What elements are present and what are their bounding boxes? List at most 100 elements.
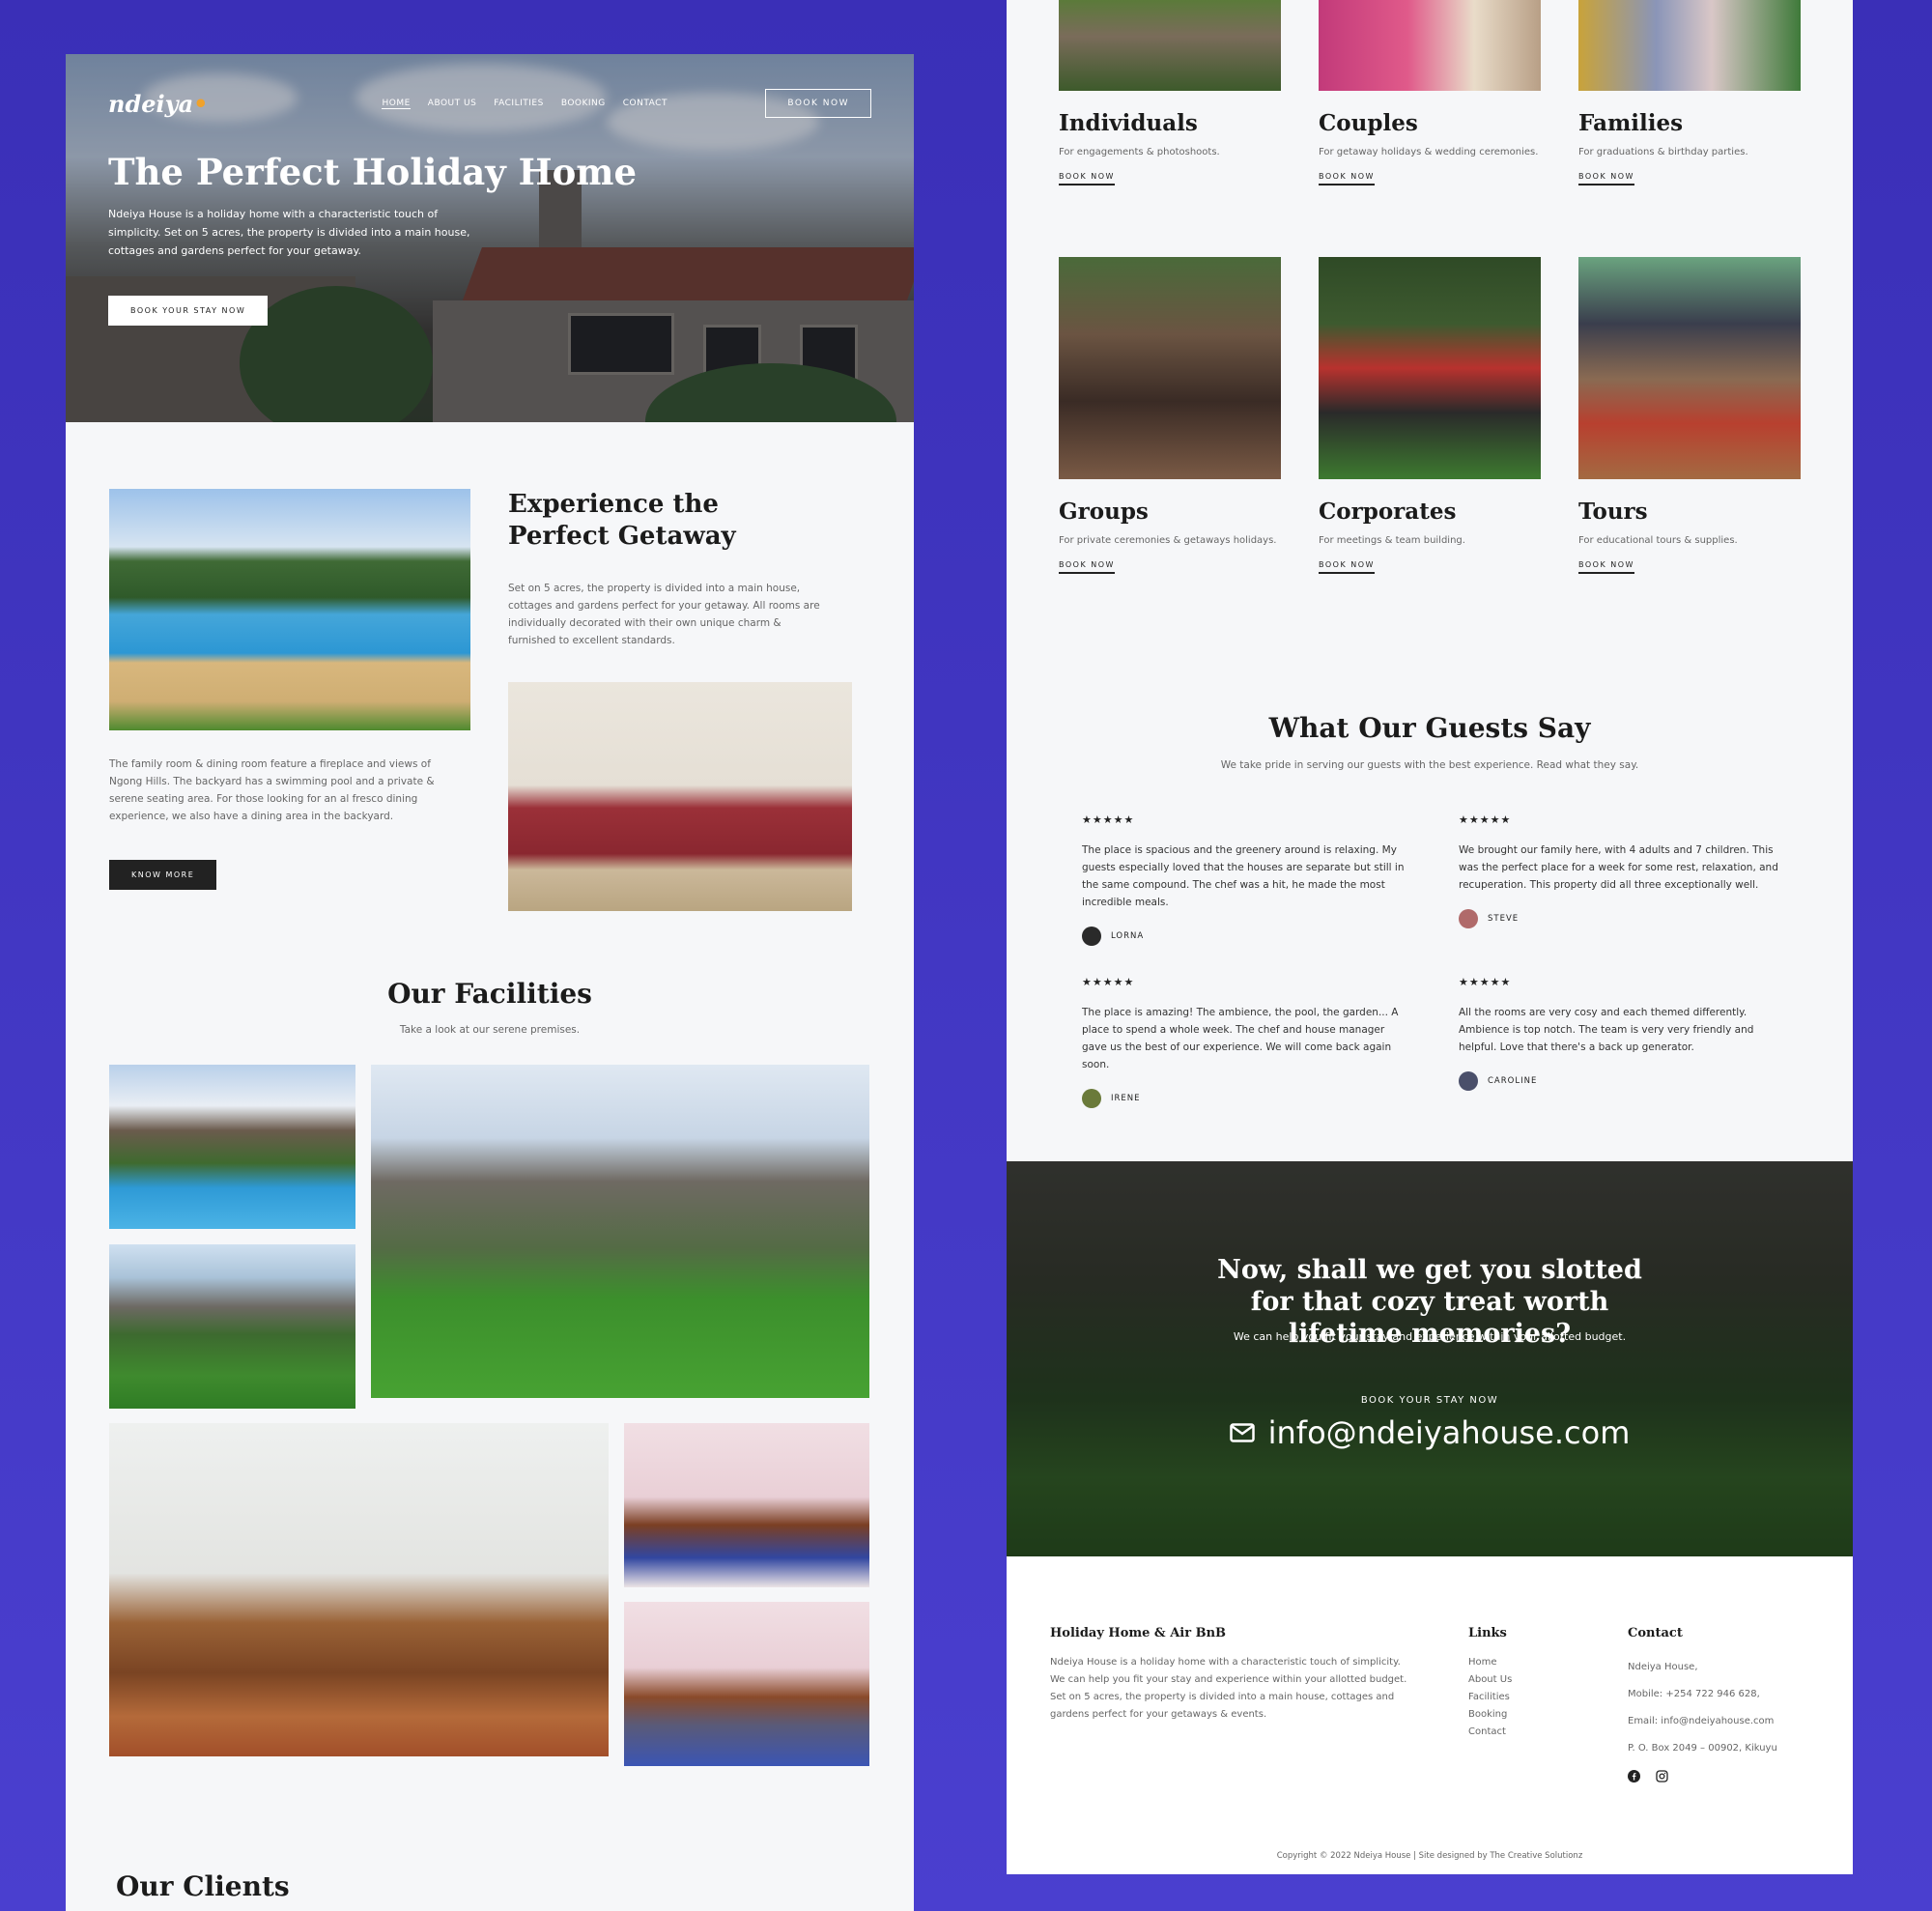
nav-book-now-button[interactable]: BOOK NOW: [765, 89, 871, 118]
reviewer: LORNA: [1082, 927, 1410, 946]
service-book-now-link[interactable]: BOOK NOW: [1578, 172, 1634, 185]
facility-photo-lawn[interactable]: [371, 1065, 869, 1398]
reviewer-name: LORNA: [1111, 931, 1145, 941]
ndeiya-logo[interactable]: ndeiya•: [108, 90, 208, 118]
review-text: We brought our family here, with 4 adult…: [1459, 844, 1778, 891]
logo-text: ndeiya: [108, 89, 194, 118]
service-title: Families: [1578, 110, 1684, 136]
service-title: Individuals: [1059, 110, 1198, 136]
service-desc: For meetings & team building.: [1319, 535, 1465, 546]
footer-link-home[interactable]: Home: [1468, 1654, 1512, 1671]
logo-accent: •: [193, 89, 209, 118]
service-book-now-link[interactable]: BOOK NOW: [1319, 560, 1375, 574]
individuals-photo: [1059, 0, 1281, 91]
social-icons: [1628, 1770, 1840, 1783]
review-card: ★★★★★ The place is spacious and the gree…: [1082, 813, 1410, 946]
hero-title: The Perfect Holiday Home: [108, 151, 637, 193]
service-book-now-link[interactable]: BOOK NOW: [1059, 172, 1115, 185]
footer-about: Holiday Home & Air BnB Ndeiya House is a…: [1050, 1626, 1417, 1724]
service-card-individuals: Individuals For engagements & photoshoot…: [1059, 0, 1281, 185]
facility-photo-garden-gazebo[interactable]: [109, 1244, 355, 1409]
service-title: Tours: [1578, 499, 1648, 525]
service-book-now-link[interactable]: BOOK NOW: [1059, 560, 1115, 574]
footer-link-booking[interactable]: Booking: [1468, 1706, 1512, 1724]
footer-link-about-us[interactable]: About Us: [1468, 1671, 1512, 1689]
service-book-now-link[interactable]: BOOK NOW: [1319, 172, 1375, 185]
hero-section: ndeiya• HOME ABOUT US FACILITIES BOOKING…: [66, 54, 914, 422]
site-footer: Holiday Home & Air BnB Ndeiya House is a…: [1007, 1556, 1853, 1874]
review-card: ★★★★★ The place is amazing! The ambience…: [1082, 976, 1410, 1108]
star-rating: ★★★★★: [1082, 813, 1135, 826]
service-title: Groups: [1059, 499, 1149, 525]
booking-cta-section: Now, shall we get you slotted for that c…: [1007, 1161, 1853, 1556]
footer-about-text: Ndeiya House is a holiday home with a ch…: [1050, 1657, 1407, 1720]
hero-description: Ndeiya House is a holiday home with a ch…: [108, 208, 470, 257]
service-title: Couples: [1319, 110, 1418, 136]
reviewer: STEVE: [1459, 909, 1787, 928]
facility-photo-bedroom-2[interactable]: [624, 1602, 869, 1766]
nav-about-us[interactable]: ABOUT US: [428, 99, 477, 109]
nav-contact[interactable]: CONTACT: [623, 99, 668, 109]
reviewer-name: STEVE: [1488, 914, 1520, 924]
review-text: The place is spacious and the greenery a…: [1082, 844, 1405, 908]
footer-contact-email: Email: info@ndeiyahouse.com: [1628, 1716, 1775, 1726]
guests-title: What Our Guests Say: [1268, 712, 1591, 744]
review-text: The place is amazing! The ambience, the …: [1082, 1007, 1399, 1070]
star-rating: ★★★★★: [1459, 813, 1512, 826]
families-photo: [1578, 0, 1801, 91]
reviewer: IRENE: [1082, 1089, 1410, 1108]
service-card-families: Families For graduations & birthday part…: [1578, 0, 1801, 185]
service-desc: For educational tours & supplies.: [1578, 535, 1738, 546]
couples-photo: [1319, 0, 1541, 91]
footer-link-facilities[interactable]: Facilities: [1468, 1689, 1512, 1706]
experience-title: Experience the Perfect Getaway: [508, 490, 736, 551]
cta-email-link[interactable]: info@ndeiyahouse.com: [1007, 1414, 1853, 1451]
star-rating: ★★★★★: [1082, 976, 1135, 988]
service-desc: For private ceremonies & getaways holida…: [1059, 535, 1277, 546]
reviewer: CAROLINE: [1459, 1071, 1787, 1091]
avatar: [1082, 1089, 1101, 1108]
family-room-description: The family room & dining room feature a …: [109, 758, 435, 822]
main-navigation: ndeiya• HOME ABOUT US FACILITIES BOOKING…: [108, 89, 871, 118]
footer-contact-name: Ndeiya House,: [1628, 1662, 1698, 1672]
facility-photo-lounge[interactable]: [109, 1423, 609, 1756]
service-desc: For engagements & photoshoots.: [1059, 147, 1220, 157]
homepage-left-column: ndeiya• HOME ABOUT US FACILITIES BOOKING…: [66, 54, 914, 1911]
footer-links-title: Links: [1468, 1626, 1507, 1640]
service-card-couples: Couples For getaway holidays & wedding c…: [1319, 0, 1541, 185]
reviewer-name: CAROLINE: [1488, 1076, 1538, 1086]
know-more-button[interactable]: KNOW MORE: [109, 860, 217, 890]
service-card-tours: Tours For educational tours & supplies. …: [1578, 257, 1801, 574]
service-card-groups: Groups For private ceremonies & getaways…: [1059, 257, 1281, 574]
review-card: ★★★★★ We brought our family here, with 4…: [1459, 813, 1787, 928]
footer-link-contact[interactable]: Contact: [1468, 1724, 1512, 1741]
swimming-pool-photo: [109, 489, 470, 730]
footer-links: Links Home About Us Facilities Booking C…: [1468, 1626, 1512, 1741]
service-book-now-link[interactable]: BOOK NOW: [1578, 560, 1634, 574]
homepage-right-column: Individuals For engagements & photoshoot…: [1007, 0, 1853, 1874]
nav-home[interactable]: HOME: [382, 99, 411, 109]
reviewer-name: IRENE: [1111, 1094, 1141, 1103]
facility-photo-pool-house[interactable]: [109, 1065, 355, 1229]
nav-booking[interactable]: BOOKING: [561, 99, 606, 109]
instagram-icon[interactable]: [1656, 1770, 1668, 1783]
cta-subtitle: We can help you fit your stay and experi…: [1233, 1330, 1627, 1343]
service-card-corporates: Corporates For meetings & team building.…: [1319, 257, 1541, 574]
avatar: [1459, 909, 1478, 928]
nav-facilities[interactable]: FACILITIES: [494, 99, 544, 109]
footer-contact: Contact Ndeiya House, Mobile: +254 722 9…: [1628, 1626, 1840, 1783]
clients-title: Our Clients: [116, 1870, 290, 1902]
experience-description: Set on 5 acres, the property is divided …: [508, 583, 820, 646]
star-rating: ★★★★★: [1459, 976, 1512, 988]
guests-subtitle: We take pride in serving our guests with…: [1220, 759, 1639, 771]
book-your-stay-button[interactable]: BOOK YOUR STAY NOW: [108, 296, 269, 326]
envelope-icon: [1229, 1423, 1255, 1442]
service-title: Corporates: [1319, 499, 1457, 525]
nav-links: HOME ABOUT US FACILITIES BOOKING CONTACT: [382, 99, 667, 109]
facebook-icon[interactable]: [1628, 1770, 1640, 1783]
facilities-subtitle: Take a look at our serene premises.: [399, 1024, 581, 1036]
facility-photo-bedroom-1[interactable]: [624, 1423, 869, 1587]
cta-label: BOOK YOUR STAY NOW: [1360, 1395, 1499, 1406]
review-card: ★★★★★ All the rooms are very cosy and ea…: [1459, 976, 1787, 1091]
groups-photo: [1059, 257, 1281, 479]
